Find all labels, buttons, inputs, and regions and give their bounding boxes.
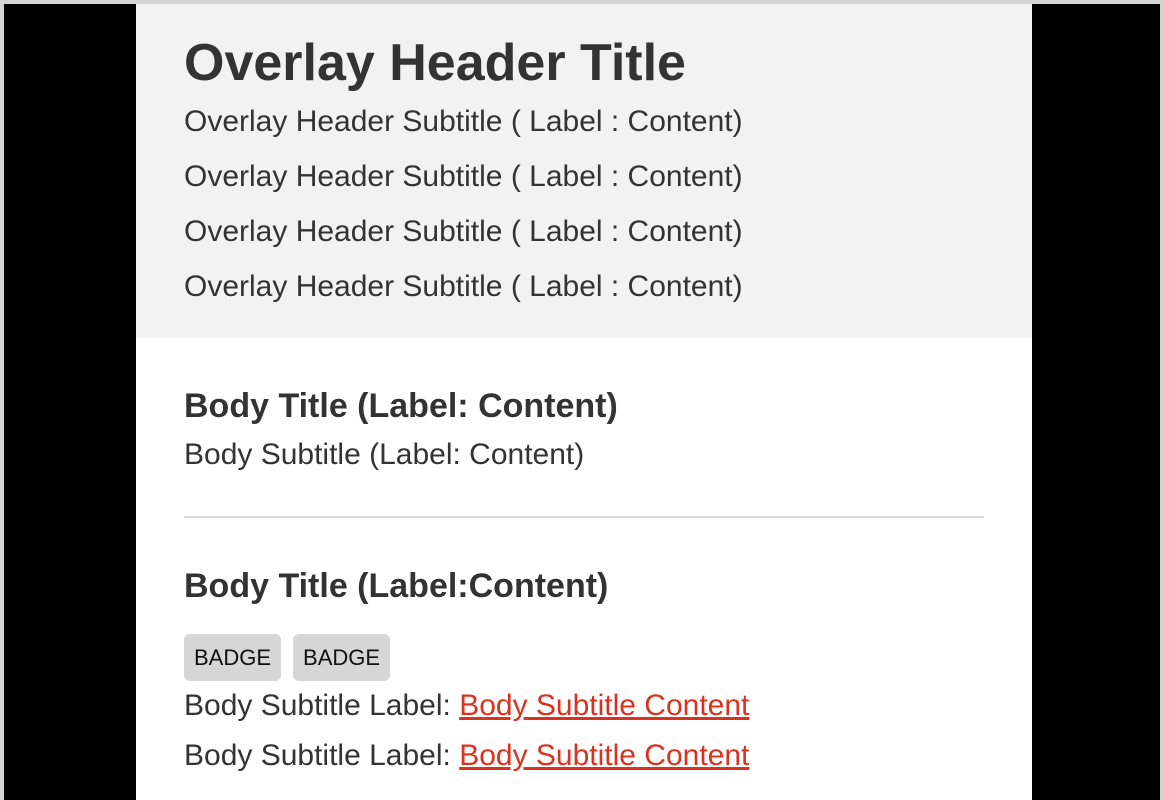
body-subtitle-label: Body Subtitle Label:	[184, 689, 460, 722]
badge: BADGE	[184, 634, 282, 681]
overlay-header-subtitle: Overlay Header Subtitle ( Label : Conten…	[184, 160, 743, 193]
overlay-panel: Overlay Header Title Overlay Header Subt…	[136, 4, 1032, 800]
body-subtitle-row: Body Subtitle Label: Body Subtitle Conte…	[184, 731, 984, 781]
body-subtitle-content-link[interactable]: Body Subtitle Content	[459, 739, 749, 772]
overlay-header: Overlay Header Title Overlay Header Subt…	[136, 4, 1032, 338]
body-subtitle-label: Body Subtitle Label:	[184, 739, 460, 772]
body-title: Body Title (Label:Content)	[184, 567, 609, 605]
body-subtitle-content-link[interactable]: Body Subtitle Content	[459, 689, 749, 722]
overlay-body: Body Title (Label: Content) Body Subtitl…	[136, 338, 1032, 781]
overlay-header-subtitle: Overlay Header Subtitle ( Label : Conten…	[184, 215, 743, 248]
body-subtitle: Body Subtitle (Label: Content)	[184, 438, 585, 471]
badge-group: BADGE BADGE	[184, 634, 984, 681]
badge: BADGE	[293, 634, 391, 681]
overlay-header-title: Overlay Header Title	[184, 34, 686, 92]
body-subtitle-row: Body Subtitle Label: Body Subtitle Conte…	[184, 681, 984, 731]
body-section: Body Title (Label:Content) BADGE BADGE B…	[184, 518, 984, 781]
window-frame: Overlay Header Title Overlay Header Subt…	[4, 4, 1160, 800]
overlay-header-subtitle: Overlay Header Subtitle ( Label : Conten…	[184, 270, 743, 303]
body-title: Body Title (Label: Content)	[184, 387, 618, 425]
overlay-header-subtitle: Overlay Header Subtitle ( Label : Conten…	[184, 105, 743, 138]
body-section: Body Title (Label: Content) Body Subtitl…	[184, 338, 984, 518]
